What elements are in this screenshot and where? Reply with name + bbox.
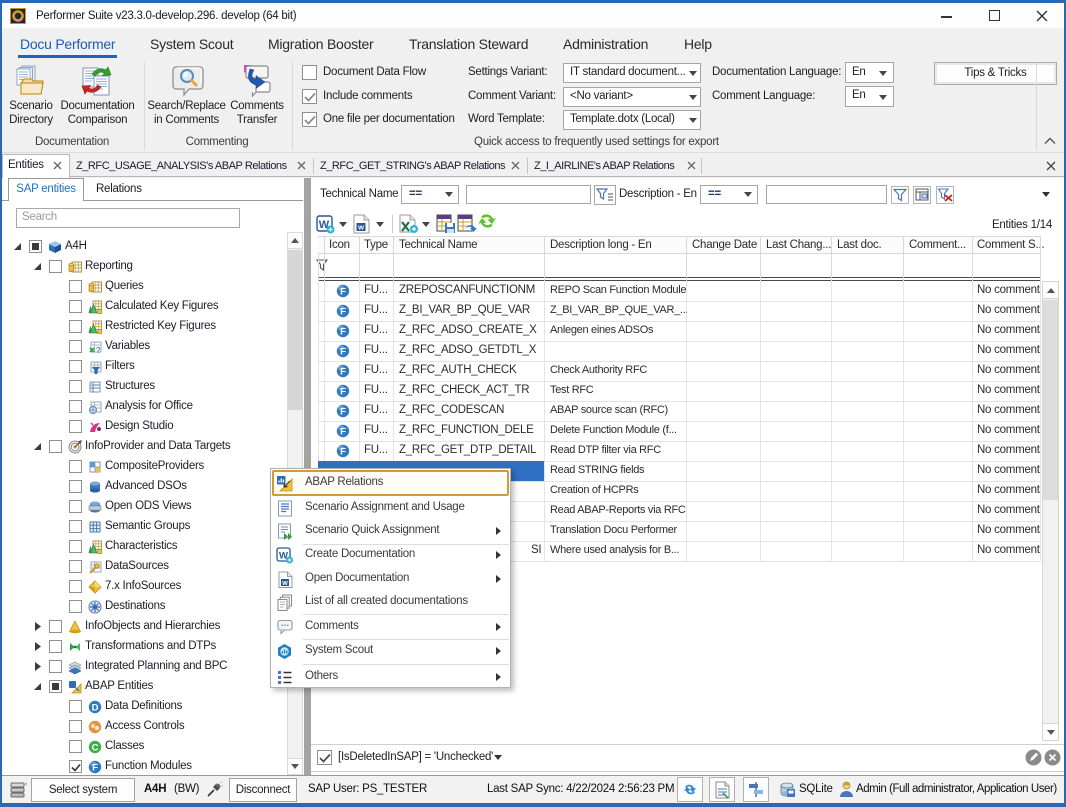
svg-text:w: w xyxy=(357,223,364,232)
svg-text:w: w xyxy=(281,580,288,587)
